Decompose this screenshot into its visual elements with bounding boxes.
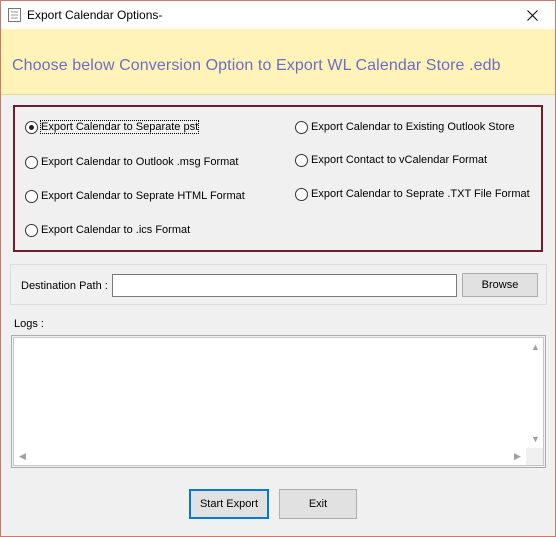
logs-label: Logs : xyxy=(14,318,44,330)
option-separate-pst[interactable]: Export Calendar to Separate pst xyxy=(25,119,200,135)
title-bar: Export Calendar Options- xyxy=(1,1,555,29)
radio-button[interactable] xyxy=(25,155,38,169)
radio-button-selected[interactable] xyxy=(25,120,38,134)
destination-path-label: Destination Path : xyxy=(21,280,108,292)
option-existing-outlook-store[interactable]: Export Calendar to Existing Outlook Stor… xyxy=(295,119,515,135)
banner-heading: Choose below Conversion Option to Export… xyxy=(12,57,501,74)
logs-panel: ▲ ▼ ◀ ▶ xyxy=(11,335,546,468)
option-label: Export Calendar to Outlook .msg Format xyxy=(41,156,239,168)
radio-button[interactable] xyxy=(295,153,308,167)
option-label: Export Contact to vCalendar Format xyxy=(311,154,488,166)
option-ics[interactable]: Export Calendar to .ics Format xyxy=(25,222,190,238)
radio-button[interactable] xyxy=(25,189,38,203)
radio-button[interactable] xyxy=(295,120,308,134)
close-icon xyxy=(526,9,538,21)
radio-button[interactable] xyxy=(25,223,38,237)
option-outlook-msg[interactable]: Export Calendar to Outlook .msg Format xyxy=(25,154,238,170)
radio-button[interactable] xyxy=(295,187,308,201)
horizontal-scrollbar[interactable]: ◀ ▶ xyxy=(14,448,528,465)
start-export-button[interactable]: Start Export xyxy=(189,489,269,519)
header-banner: Choose below Conversion Option to Export… xyxy=(1,29,555,95)
option-label: Export Calendar to Separate pst xyxy=(39,120,200,134)
option-separate-html[interactable]: Export Calendar to Seprate HTML Format xyxy=(25,188,245,204)
export-calendar-options-window: Export Calendar Options- Choose below Co… xyxy=(0,0,556,537)
option-separate-txt[interactable]: Export Calendar to Seprate .TXT File For… xyxy=(295,186,530,202)
option-label: Export Calendar to Seprate HTML Format xyxy=(41,190,245,202)
scroll-down-icon[interactable]: ▼ xyxy=(531,435,540,444)
option-label: Export Calendar to .ics Format xyxy=(41,224,191,236)
scrollbar-corner xyxy=(526,448,543,465)
option-vcalendar[interactable]: Export Contact to vCalendar Format xyxy=(295,152,487,168)
scroll-up-icon[interactable]: ▲ xyxy=(531,343,540,352)
exit-button[interactable]: Exit xyxy=(279,489,357,519)
window-title: Export Calendar Options- xyxy=(27,8,163,22)
app-document-icon xyxy=(8,8,21,22)
option-label: Export Calendar to Seprate .TXT File For… xyxy=(311,188,530,200)
close-button[interactable] xyxy=(509,1,555,29)
destination-path-input[interactable] xyxy=(112,274,457,297)
conversion-options-group: Export Calendar to Separate pst Export C… xyxy=(13,105,543,252)
scroll-right-icon[interactable]: ▶ xyxy=(514,452,521,461)
browse-button[interactable]: Browse xyxy=(462,273,538,297)
destination-path-panel: Destination Path : Browse xyxy=(10,264,547,305)
option-label: Export Calendar to Existing Outlook Stor… xyxy=(311,121,515,133)
logs-textarea[interactable]: ▲ ▼ ◀ ▶ xyxy=(13,337,544,466)
scroll-left-icon[interactable]: ◀ xyxy=(19,452,26,461)
vertical-scrollbar[interactable]: ▲ ▼ xyxy=(526,338,543,450)
